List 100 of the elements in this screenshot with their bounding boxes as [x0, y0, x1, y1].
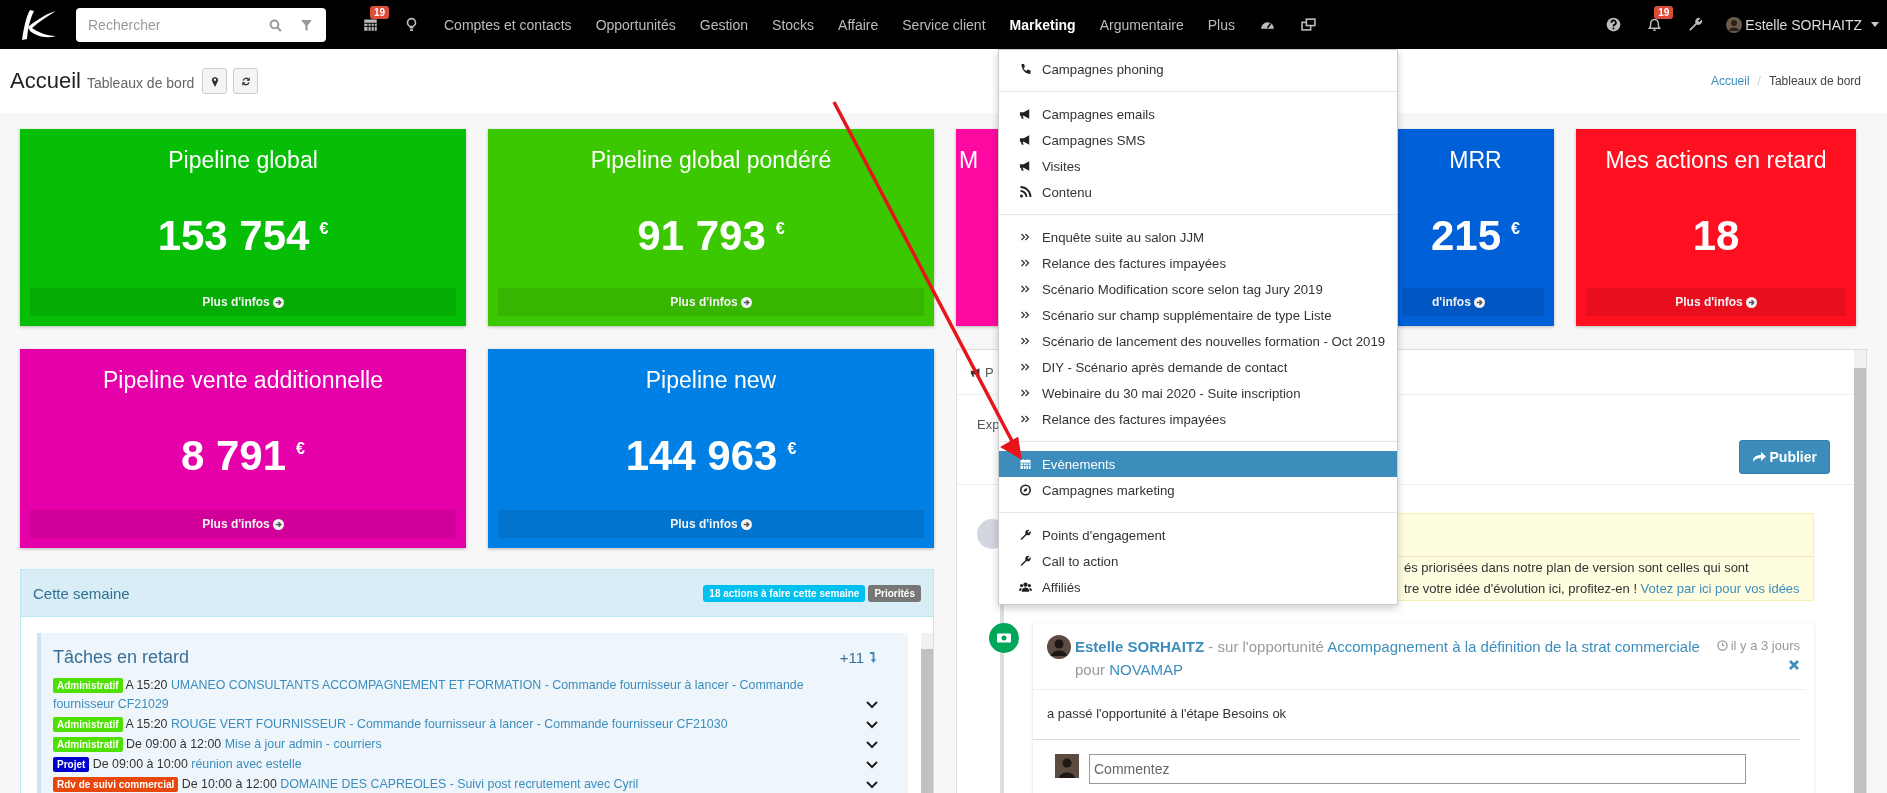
- chevron-down-icon[interactable]: [866, 701, 878, 709]
- more-info-link[interactable]: Plus d'infos: [30, 510, 456, 538]
- search-icon[interactable]: [269, 18, 282, 32]
- wrench-icon: [1019, 555, 1032, 567]
- more-info-link[interactable]: Plus d'infos: [498, 510, 924, 538]
- menu-item[interactable]: Campagnes marketing: [999, 477, 1397, 503]
- pin-button[interactable]: [202, 68, 228, 94]
- chevron-down-icon[interactable]: [866, 721, 878, 729]
- menu-item[interactable]: Relance des factures impayées: [999, 250, 1397, 276]
- nav-link[interactable]: Marketing: [997, 16, 1088, 33]
- task-text[interactable]: Rdv de suivi commercial De 10:00 à 12:00 DOMAINE DES CAPREOLES - Suivi post recrutement avec Cyril: [53, 775, 846, 793]
- page-subtitle: Tableaux de bord: [86, 75, 195, 91]
- nav-link[interactable]: Comptes et contacts: [432, 16, 584, 33]
- double-chevron-icon: [1019, 335, 1032, 347]
- search-field[interactable]: Rechercher: [76, 7, 326, 42]
- notice-text: tre votre idée d'évolution ici, profitez-en ! Votez par ici pour vos idées: [1404, 580, 1801, 598]
- menu-item[interactable]: Scénario Modification score selon tag Jury 2019: [999, 276, 1397, 302]
- author-link[interactable]: Estelle SORHAITZ: [1075, 638, 1205, 655]
- turn-down-arrow-icon[interactable]: [869, 651, 878, 664]
- publish-button[interactable]: Publier: [1738, 440, 1830, 474]
- nav-link[interactable]: Opportunités: [583, 16, 688, 33]
- more-info-link[interactable]: d'infos: [1402, 288, 1544, 316]
- menu-item[interactable]: Enquête suite au salon JJM: [999, 224, 1397, 250]
- breadcrumb-link[interactable]: Accueil: [1710, 74, 1750, 88]
- card-value: 18: [1692, 212, 1740, 260]
- menu-item[interactable]: Points d'engagement: [999, 522, 1397, 548]
- task-tag: Administratif: [53, 717, 123, 732]
- help-icon[interactable]: [1606, 17, 1622, 32]
- time-label: il y a 3 jours: [1716, 638, 1800, 653]
- double-chevron-icon: [1019, 413, 1032, 425]
- menu-item[interactable]: Campagnes SMS: [999, 127, 1397, 153]
- task-text[interactable]: Administratif A 15:20 UMANEO CONSULTANTS ACCOMPAGNEMENT ET FORMATION - Commande fournisseur à lancer - Commande fournisseur CF21029: [53, 676, 846, 714]
- nav-link[interactable]: Plus: [1195, 16, 1247, 33]
- menu-item[interactable]: Scénario de lancement des nouvelles formation - Oct 2019: [999, 328, 1397, 354]
- chevron-down-icon[interactable]: [866, 741, 878, 749]
- vote-link[interactable]: Votez par ici pour vos idées: [1640, 581, 1800, 596]
- nav-link[interactable]: Argumentaire: [1087, 16, 1196, 33]
- menu-item[interactable]: Campagnes phoning: [999, 56, 1397, 82]
- comment-field[interactable]: Commentez: [1089, 754, 1746, 784]
- card-value: 8 791: [181, 432, 287, 480]
- menu-item[interactable]: Call to action: [999, 548, 1397, 574]
- more-link[interactable]: +11: [839, 649, 864, 666]
- lightbulb-icon[interactable]: [404, 17, 419, 32]
- task-text[interactable]: Administratif De 09:00 à 12:00 Mise à jour admin - courriers: [53, 735, 846, 754]
- more-info-link[interactable]: Plus d'infos: [1586, 288, 1846, 316]
- windows-icon[interactable]: [1300, 17, 1316, 32]
- arrow-circle-icon: [740, 518, 752, 530]
- card-title: MRR: [1449, 147, 1502, 174]
- currency-label: €: [1511, 220, 1520, 238]
- feed-tab[interactable]: P: [970, 365, 994, 394]
- scrollbar-thumb[interactable]: [921, 649, 933, 793]
- activity-text: Estelle SORHAITZ - sur l'opportunité Accompagnement à la définition de la strat commerciale pour NOVAMAP: [1075, 637, 1701, 680]
- count-badge: 19: [1654, 6, 1674, 19]
- chevron-down-icon[interactable]: [866, 761, 878, 769]
- nav-link[interactable]: Affaire: [826, 16, 891, 33]
- task-text[interactable]: Projet De 09:00 à 10:00 réunion avec estelle: [53, 755, 846, 774]
- rss-icon: [1019, 186, 1032, 198]
- calendar-icon[interactable]: [363, 17, 378, 32]
- card-title: Pipeline global: [168, 147, 318, 174]
- menu-item[interactable]: Contenu: [999, 179, 1397, 205]
- notice-text: és priorisées dans notre plan de version sont celles qui sont: [1404, 559, 1750, 577]
- double-chevron-icon: [1019, 361, 1032, 373]
- user-menu[interactable]: Estelle SORHAITZ: [1726, 16, 1879, 33]
- menu-item[interactable]: Scénario sur champ supplémentaire de type Liste: [999, 302, 1397, 328]
- scrollbar-thumb[interactable]: [1854, 368, 1866, 793]
- double-chevron-icon: [1019, 231, 1032, 243]
- opportunity-link[interactable]: Accompagnement à la définition de la strat commerciale: [1327, 638, 1700, 655]
- task-tag: Administratif: [53, 737, 123, 752]
- nav-link[interactable]: Stocks: [760, 16, 827, 33]
- menu-item[interactable]: Visites: [999, 153, 1397, 179]
- calendar-icon: [1019, 458, 1032, 470]
- card-title: Mes actions en retard: [1605, 147, 1827, 174]
- arrow-circle-icon: [1745, 296, 1757, 308]
- refresh-button[interactable]: [233, 68, 259, 94]
- menu-item[interactable]: Relance des factures impayées: [999, 406, 1397, 432]
- megaphone-icon: [1019, 108, 1032, 120]
- task-text[interactable]: Administratif A 15:20 ROUGE VERT FOURNISSEUR - Commande fournisseur à lancer - Commande fournisseur CF21030: [53, 715, 846, 734]
- nav-link[interactable]: Service client: [890, 16, 998, 33]
- bell-icon[interactable]: [1647, 17, 1663, 32]
- card-title: Pipeline global pondéré: [590, 147, 832, 174]
- filter-icon[interactable]: [300, 18, 313, 32]
- company-link[interactable]: NOVAMAP: [1109, 661, 1184, 678]
- card-title: Pipeline vente additionnelle: [102, 367, 383, 394]
- wrench-icon[interactable]: [1688, 17, 1704, 32]
- close-icon[interactable]: [1788, 659, 1800, 671]
- menu-item[interactable]: Evènements: [999, 451, 1397, 477]
- menu-item[interactable]: Webinaire du 30 mai 2020 - Suite inscription: [999, 380, 1397, 406]
- avatar-icon: [1726, 16, 1743, 33]
- chevron-down-icon[interactable]: [866, 781, 878, 789]
- section-title: Tâches en retard: [53, 647, 190, 668]
- double-chevron-icon: [1019, 387, 1032, 399]
- menu-item[interactable]: Campagnes emails: [999, 101, 1397, 127]
- arrow-circle-icon: [272, 296, 284, 308]
- arrow-circle-icon: [272, 518, 284, 530]
- nav-link[interactable]: Gestion: [687, 16, 761, 33]
- card-value: 215: [1431, 212, 1502, 260]
- menu-item[interactable]: DIY - Scénario après demande de contact: [999, 354, 1397, 380]
- menu-item[interactable]: Affiliés: [999, 574, 1397, 600]
- currency-label: €: [775, 220, 785, 238]
- label-badge[interactable]: Priorités: [868, 584, 921, 602]
